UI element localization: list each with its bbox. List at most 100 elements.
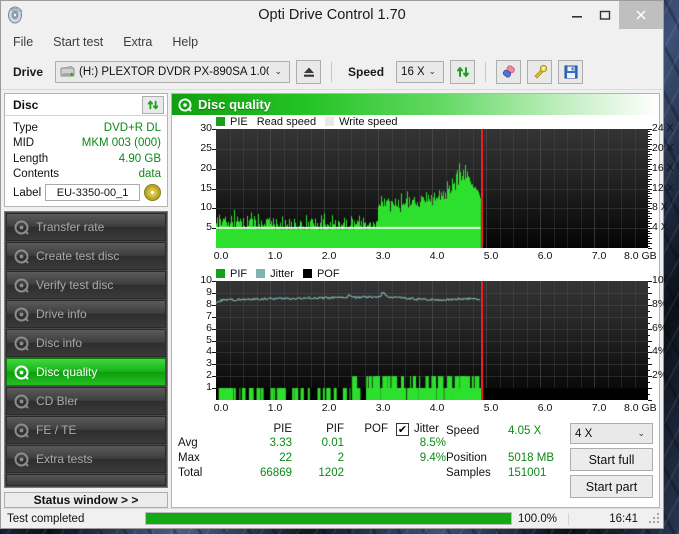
disc-label-row: Label EU-3350-00_1 [13,184,161,201]
sidebar-item-disc-info[interactable]: Disc info [6,329,166,357]
x-axis-tick-label: 5.0 [483,402,499,414]
sidebar-item-label: Extra tests [36,452,93,466]
sidebar-item-label: Create test disc [36,249,120,263]
y-axis-tick-right [648,146,650,148]
legend-label-pof: POF [316,267,340,280]
x-axis-tick-label: 4.0 [429,250,445,262]
y-axis-tick-right [648,334,650,336]
y-axis-tick-right [648,205,650,207]
y-axis-tick-label-right: 24 X [652,122,674,134]
x-axis-tick-label: 0.0 [213,250,229,262]
refresh-button[interactable] [450,59,476,84]
disc-panel-header: Disc [5,94,167,116]
y-axis-tick-right [648,178,652,180]
y-axis-tick-label-left: 9 [206,285,212,298]
disc-row-contents: Contents data [13,167,161,183]
sidebar-item-disc-quality[interactable]: Disc quality [6,358,166,386]
disc-icon [14,220,29,235]
disc-icon[interactable] [144,184,161,201]
sidebar-item-verify-test-disc[interactable]: Verify test disc [6,271,166,299]
y-axis-tick-right [648,225,650,227]
legend-label-read-speed: Read speed [256,115,317,128]
app-disc-icon [6,5,26,25]
status-window-button[interactable]: Status window > > [4,492,168,508]
disc-row-type: Type DVD+R DL [13,120,161,136]
disc-row-value: DVD+R DL [103,121,161,134]
grip-dot [653,520,655,523]
x-axis-tick-label: 2.0 [321,250,337,262]
eject-button[interactable] [296,59,322,84]
y-axis-tick-right [648,238,652,240]
y-axis-tick-right [648,173,652,175]
y-axis-tick-label-left: 10 [200,274,212,286]
jitter-checkbox[interactable]: ✔ [396,423,409,436]
disc-icon [14,307,29,322]
legend-label-write-speed: Write speed [339,115,398,128]
close-button[interactable] [619,1,663,29]
menu-item-start-test[interactable]: Start test [51,34,105,50]
stats-col-pif: PIF [326,423,344,435]
sidebar-item-create-test-disc[interactable]: Create test disc [6,242,166,270]
minimize-button[interactable] [563,5,591,25]
legend-label-jitter: Jitter [270,267,294,280]
sidebar-item-drive-info[interactable]: Drive info [6,300,166,328]
sidebar-item-cd-bler[interactable]: CD Bler [6,387,166,415]
y-axis-tick-right [648,183,652,185]
start-part-button[interactable]: Start part [570,475,653,498]
speed-select[interactable]: 16 X ⌄ [396,60,445,83]
progress-percent: 100.0% [518,512,558,525]
stats-row-total: Total [178,467,203,479]
disc-label-input[interactable]: EU-3350-00_1 [45,184,140,201]
speed-value: 16 X [401,65,424,78]
legend-swatch-pie [216,117,225,126]
menu-item-extra[interactable]: Extra [121,34,154,50]
y-axis-tick-right [648,248,652,249]
sidebar-item-fe-te[interactable]: FE / TE [6,416,166,444]
disc-icon [14,278,29,293]
test-nav-list: Transfer rate Create test disc Verify te… [4,211,168,488]
tools-button[interactable] [527,59,553,84]
sidebar-item-transfer-rate[interactable]: Transfer rate [6,213,166,241]
save-button[interactable] [558,59,584,84]
disc-row-value: MKM 003 (000) [81,137,161,150]
y-axis-tick-right [648,310,650,312]
y-axis-tick-right [648,223,652,225]
chevron-down-icon: ⌄ [274,66,283,76]
position-readout-label: Position [446,452,487,464]
x-axis-tick-label: 4.0 [429,402,445,414]
y-axis-tick-right [648,131,650,133]
disc-icon [178,97,192,112]
clock: 16:41 [568,512,646,525]
resize-grip[interactable] [646,512,660,526]
checkmark-icon: ✔ [397,424,408,436]
pie-chart: PIE Read speed Write speed 5 10 15 20 25 30 4 … [172,115,673,267]
legend-swatch-write-speed [325,117,335,126]
y-axis-tick-right [648,243,652,245]
disc-refresh-button[interactable] [142,95,164,114]
menu-item-file[interactable]: File [11,34,35,50]
stats-col-jitter: Jitter [414,423,439,435]
start-full-button[interactable]: Start full [570,448,653,471]
disc-info-panel: Disc Type DVD+R DL MID MKM 003 (000) Len… [4,93,168,207]
drive-select[interactable]: (H:) PLEXTOR DVDR PX-890SA 1.00 ⌄ [55,60,291,83]
erase-button[interactable] [496,59,522,84]
maximize-button[interactable] [591,5,619,25]
y-axis-tick-right [648,129,652,130]
y-axis-tick-label-left: 6 [206,321,212,334]
drive-icon [60,65,75,79]
y-axis-tick-right [648,203,652,205]
y-axis-tick-right [648,304,652,306]
y-axis-tick-left [212,376,216,378]
y-axis-tick-label-right: 8 X [652,201,668,214]
sidebar-item-extra-tests[interactable]: Extra tests [6,445,166,473]
disc-quality-panel: Disc quality PIE Read speed Write speed … [171,93,674,508]
y-axis-tick-left [212,168,216,170]
y-axis-tick-label-left: 2 [206,369,212,382]
x-axis-tick-label: 7.0 [591,402,607,414]
stats-pie-max: 22 [279,452,292,464]
legend-swatch-pof [302,269,312,278]
disc-icon [14,249,29,264]
sidebar-item-label: Disc quality [36,365,98,379]
menu-item-help[interactable]: Help [170,34,200,50]
test-speed-select[interactable]: 4 X ⌄ [570,423,653,444]
